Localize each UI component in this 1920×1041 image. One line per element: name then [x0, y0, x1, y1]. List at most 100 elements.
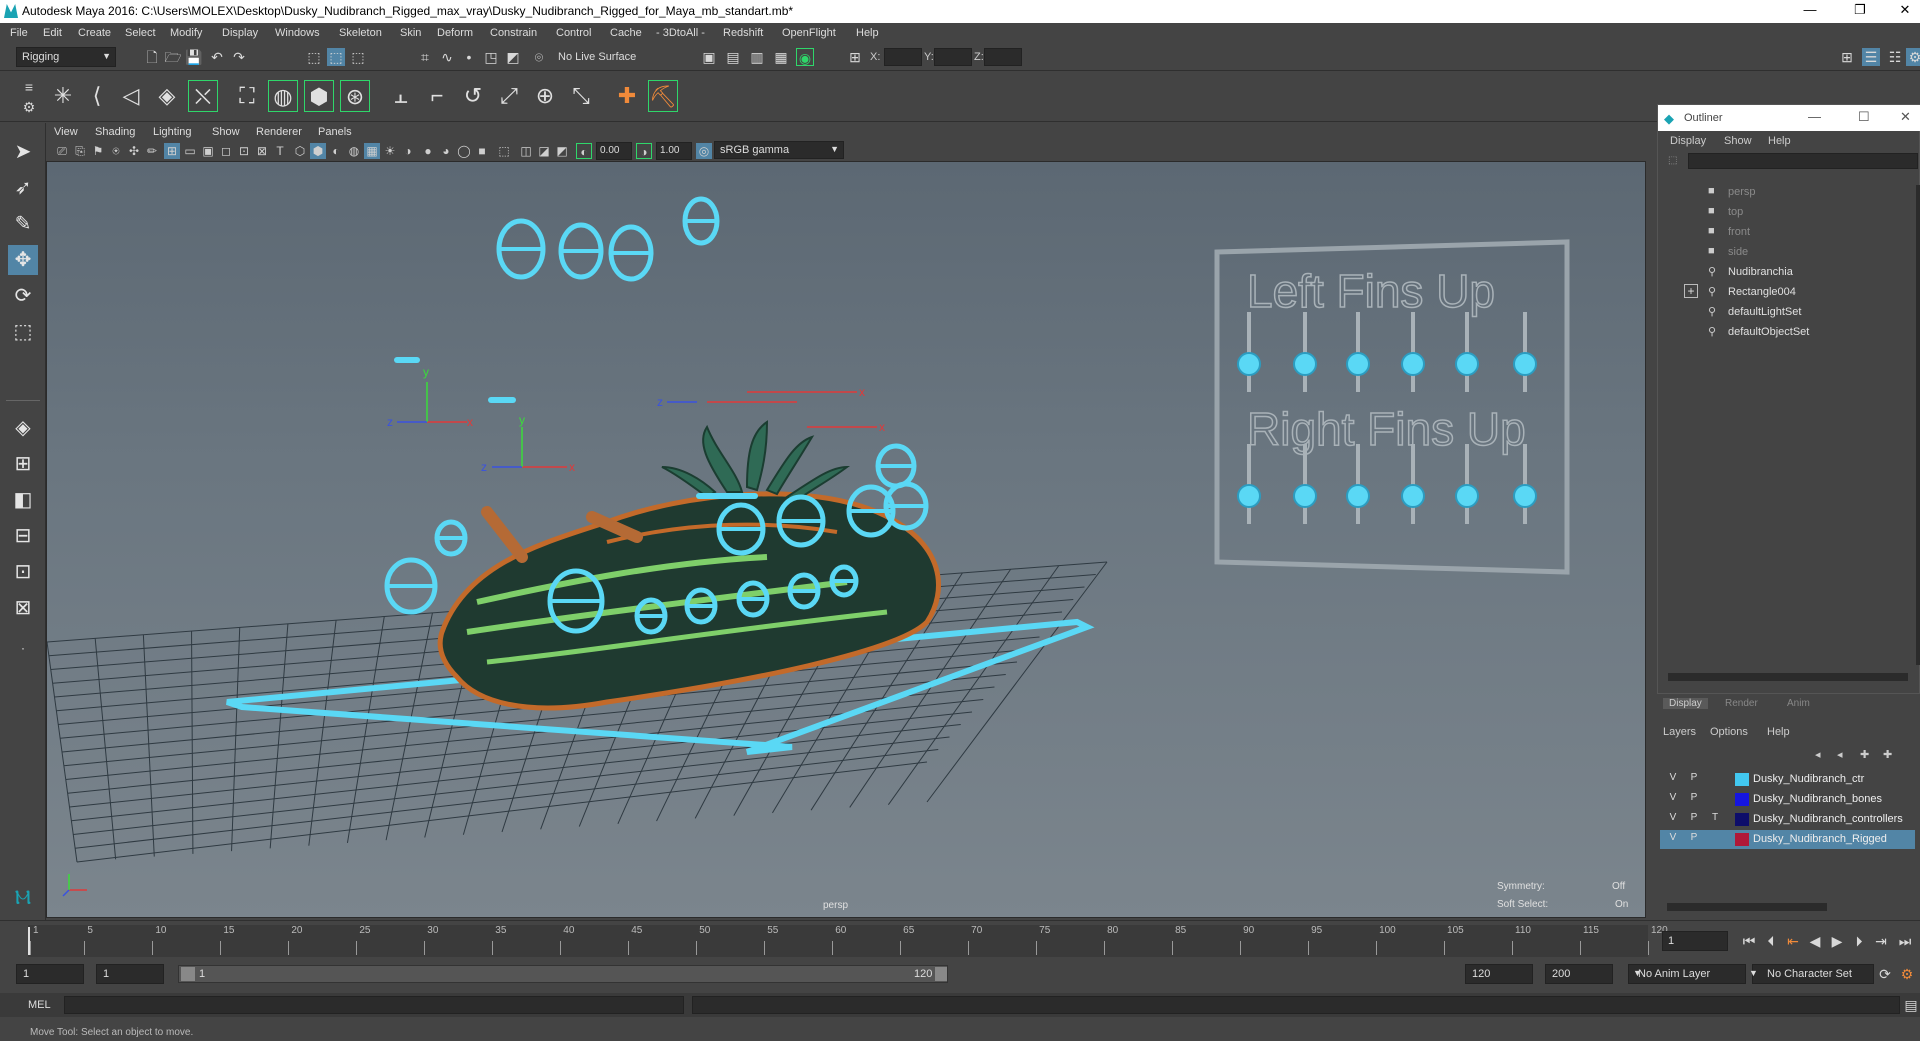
undo-icon[interactable]: ↶ [208, 48, 226, 66]
nudibranch-mesh[interactable] [437, 420, 941, 711]
menu-edit[interactable]: Edit [43, 27, 62, 39]
play-back-icon[interactable]: ◀ [1806, 932, 1824, 950]
color-space-dropdown[interactable]: sRGB gamma ▼ [714, 141, 844, 159]
mel-label[interactable]: MEL [28, 999, 51, 1011]
layer-display-type-toggle[interactable] [1708, 772, 1722, 786]
menu-deform[interactable]: Deform [437, 27, 473, 39]
wire-on-shaded-icon[interactable]: ◍ [346, 143, 362, 159]
new-layer-selected-icon[interactable]: ✚ [1883, 748, 1892, 761]
layout-custom-icon[interactable]: ⊠ [8, 593, 38, 623]
layer-h-scrollbar[interactable] [1667, 903, 1827, 911]
resolution-gate-icon[interactable]: ▣ [200, 143, 216, 159]
vp-menu-panels[interactable]: Panels [318, 126, 352, 138]
menu-3dtoall[interactable]: - 3DtoAll - [656, 27, 705, 39]
layer-playback-toggle[interactable]: P [1687, 832, 1701, 846]
shelf-settings-icon[interactable]: ⚙ [20, 98, 38, 116]
tab-anim[interactable]: Anim [1787, 698, 1810, 709]
move-layer-up-icon[interactable]: ◂ [1815, 748, 1821, 761]
move-layer-down-icon[interactable]: ◂ [1837, 748, 1843, 761]
gate-mask-icon[interactable]: ◻ [218, 143, 234, 159]
fin-slider-handle-bottom[interactable] [1513, 484, 1537, 508]
xray-joints-icon[interactable]: ◪ [536, 143, 552, 159]
fin-slider-handle-bottom[interactable] [1346, 484, 1370, 508]
hypershade-icon[interactable]: ◉ [796, 48, 814, 66]
parent-constraint-icon[interactable]: ⫠ [386, 80, 416, 112]
outliner-menu-show[interactable]: Show [1724, 135, 1752, 147]
snap-view-icon[interactable]: ◳ [482, 48, 500, 66]
layer-display-type-toggle[interactable] [1708, 832, 1722, 846]
pole-vector-icon[interactable]: ⤡ [566, 80, 596, 112]
vp-menu-show[interactable]: Show [212, 126, 240, 138]
outliner-menu-display[interactable]: Display [1670, 135, 1706, 147]
minimize-icon[interactable]: — [1808, 109, 1821, 124]
menu-skin[interactable]: Skin [400, 27, 421, 39]
wireframe-icon[interactable]: ⬡ [292, 143, 308, 159]
fin-slider-handle-top[interactable] [1401, 352, 1425, 376]
rotate-tool-icon[interactable]: ⟳ [8, 281, 38, 311]
move-tool-icon[interactable]: ✥ [8, 245, 38, 275]
fin-slider-handle-bottom[interactable] [1237, 484, 1261, 508]
mel-input[interactable] [64, 996, 684, 1014]
close-button[interactable]: ✕ [1890, 2, 1920, 20]
render-settings-icon[interactable]: ▦ [772, 48, 790, 66]
time-slider[interactable]: 1 5 10 15 20 25 30 35 40 45 50 55 60 65 70 75 80 85 90 95 10… [0, 920, 1920, 960]
skeleton-icon[interactable]: ⛏ [648, 80, 678, 112]
menuset-dropdown[interactable]: Rigging ▼ [16, 47, 116, 67]
layer-row[interactable]: V P Dusky_Nudibranch_bones [1660, 790, 1915, 809]
tool-settings-icon[interactable]: ⚙ [1906, 48, 1920, 66]
xray-components-icon[interactable]: ◩ [554, 143, 570, 159]
safe-title-icon[interactable]: T [272, 143, 288, 159]
2d-pan-icon[interactable]: ✣ [126, 143, 142, 159]
outliner-search-input[interactable] [1688, 153, 1918, 169]
ipr-render-icon[interactable]: ▤ [724, 48, 742, 66]
grease-pencil-icon[interactable]: ✏ [144, 143, 160, 159]
aim-constraint-icon[interactable]: ⊕ [530, 80, 560, 112]
xray-icon[interactable]: ◫ [518, 143, 534, 159]
safe-action-icon[interactable]: ⊠ [254, 143, 270, 159]
go-to-start-icon[interactable]: ⏮ [1740, 932, 1758, 950]
expand-icon[interactable]: + [1684, 284, 1698, 298]
snap-surface-icon[interactable]: ◩ [504, 48, 522, 66]
camera-select-icon[interactable]: ⎚ [54, 143, 70, 159]
flat-controller[interactable] [696, 493, 758, 499]
layer-visibility-toggle[interactable]: V [1666, 772, 1680, 786]
mirror-joint-icon[interactable]: ◈ [152, 80, 182, 112]
live-surface-icon[interactable]: ⌾ [530, 48, 548, 66]
menu-modify[interactable]: Modify [170, 27, 202, 39]
lasso-tool-icon[interactable]: ➶ [8, 173, 38, 203]
layer-visibility-toggle[interactable]: V [1666, 812, 1680, 826]
four-view-icon[interactable]: ⊞ [8, 449, 38, 479]
flat-controller[interactable] [488, 397, 516, 403]
paint-weights-icon[interactable]: ◍ [268, 80, 298, 112]
paint-select-icon[interactable]: ✎ [8, 209, 38, 239]
layout-more-icon[interactable]: · [8, 633, 38, 663]
modeling-toolkit-icon[interactable]: ⊞ [1838, 48, 1856, 66]
menu-skeleton[interactable]: Skeleton [339, 27, 382, 39]
grid-toggle-icon[interactable]: ⊞ [164, 143, 180, 159]
filter-icon[interactable]: ⬚ [1668, 155, 1677, 166]
layer-display-type-toggle[interactable] [1708, 792, 1722, 806]
layer-visibility-toggle[interactable]: V [1666, 792, 1680, 806]
snap-curve-icon[interactable]: ∿ [438, 48, 456, 66]
range-start-handle[interactable] [181, 967, 195, 981]
layers-menu-help[interactable]: Help [1767, 726, 1790, 738]
menu-create[interactable]: Create [78, 27, 111, 39]
motion-blur-icon[interactable]: ◕ [438, 143, 454, 159]
maximize-icon[interactable]: ☐ [1858, 109, 1870, 125]
new-layer-icon[interactable]: ✚ [1860, 748, 1869, 761]
vp-menu-lighting[interactable]: Lighting [153, 126, 192, 138]
snap-grid-icon[interactable]: ⌗ [416, 48, 434, 66]
isolate-select-icon[interactable]: ⬚ [496, 143, 512, 159]
textured-icon[interactable]: ▦ [364, 143, 380, 159]
layers-menu-options[interactable]: Options [1710, 726, 1748, 738]
layer-visibility-toggle[interactable]: V [1666, 832, 1680, 846]
layer-row[interactable]: V P Dusky_Nudibranch_Rigged [1660, 830, 1915, 849]
layers-menu-layers[interactable]: Layers [1663, 726, 1696, 738]
transform-input-icon[interactable]: ⊞ [846, 48, 864, 66]
menu-select[interactable]: Select [125, 27, 156, 39]
z-field[interactable] [984, 48, 1022, 66]
anti-alias-icon[interactable]: ◯ [456, 143, 472, 159]
fin-control-board[interactable]: Left Fins Up Right Fins Up [1214, 239, 1570, 575]
step-forward-key-icon[interactable]: ⇥ [1872, 932, 1890, 950]
exposure-icon[interactable]: ◐ [576, 143, 592, 159]
